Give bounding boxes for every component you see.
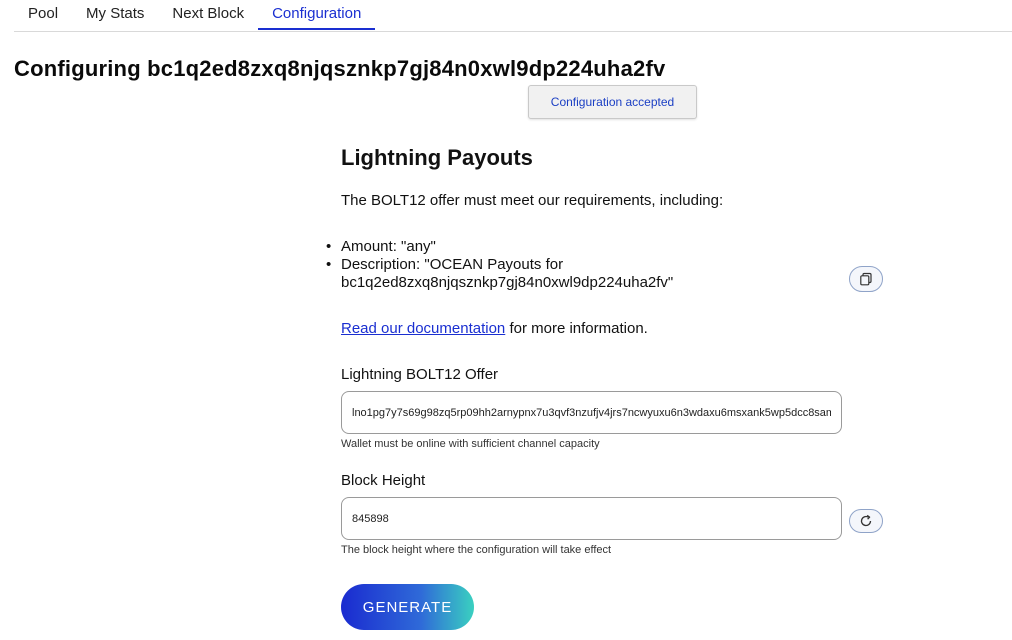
section-title: Lightning Payouts: [341, 145, 533, 170]
block-height-input[interactable]: [341, 497, 842, 540]
documentation-link[interactable]: Read our documentation: [341, 320, 505, 337]
requirements-list: Amount: "any" Description: "OCEAN Payout…: [326, 238, 821, 292]
copy-description-button[interactable]: [849, 266, 883, 292]
refresh-height-button[interactable]: [849, 509, 883, 533]
documentation-suffix: for more information.: [505, 320, 648, 337]
documentation-line: Read our documentation for more informat…: [341, 320, 648, 337]
copy-icon: [860, 272, 872, 286]
tab-my-stats[interactable]: My Stats: [72, 0, 158, 30]
offer-helper-text: Wallet must be online with sufficient ch…: [341, 438, 600, 450]
refresh-icon: [860, 514, 872, 527]
tab-configuration[interactable]: Configuration: [258, 0, 376, 30]
tab-next-block[interactable]: Next Block: [158, 0, 258, 30]
requirements-intro: The BOLT12 offer must meet our requireme…: [341, 192, 724, 209]
offer-label: Lightning BOLT12 Offer: [341, 366, 499, 383]
top-nav-tabs: Pool My Stats Next Block Configuration: [14, 0, 1012, 32]
status-toast: Configuration accepted: [528, 85, 697, 119]
bolt12-offer-input[interactable]: [341, 391, 842, 434]
block-height-label: Block Height: [341, 472, 426, 489]
page-title: Configuring bc1q2ed8zxq8njqsznkp7gj84n0x…: [14, 56, 666, 81]
requirement-amount: Amount: "any": [326, 238, 821, 256]
generate-button[interactable]: GENERATE: [341, 584, 474, 630]
block-height-helper-text: The block height where the configuration…: [341, 544, 612, 556]
tab-pool[interactable]: Pool: [14, 0, 72, 30]
requirement-description: Description: "OCEAN Payouts for bc1q2ed8…: [326, 256, 821, 292]
